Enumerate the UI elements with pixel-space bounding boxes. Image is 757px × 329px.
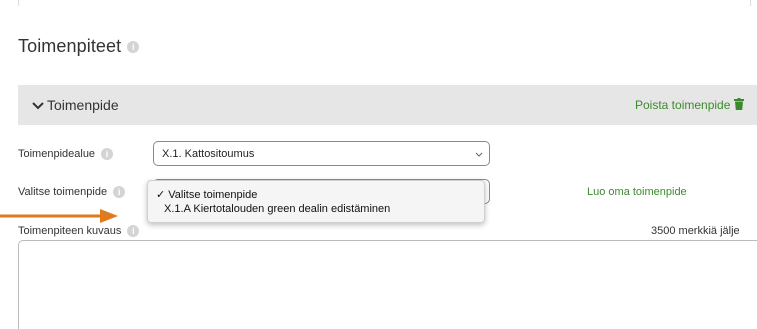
section-title: Toimenpiteet i [18,36,140,57]
chevron-down-icon[interactable] [31,98,45,112]
section-title-text: Toimenpiteet [18,36,122,56]
measure-dropdown-list[interactable]: ✓ Valitse toimenpide X.1.A Kiertotaloude… [147,180,485,223]
area-label-text: Toimenpidealue [18,148,96,160]
trash-icon[interactable] [734,98,744,110]
character-counter: 3500 merkkiä jälje [651,225,740,237]
accordion-title: Toimenpide [47,97,119,113]
measure-label: Valitse toimenpide i [18,186,126,198]
dropdown-option-green-deal[interactable]: X.1.A Kiertotalouden green dealin edistä… [164,203,390,215]
area-label: Toimenpidealue i [18,148,114,160]
info-icon[interactable]: i [127,225,140,237]
description-label: Toimenpiteen kuvaus i [18,225,140,237]
arrow-annotation-icon [0,209,118,223]
remove-measure-link[interactable]: Poista toimenpide [635,98,730,112]
dropdown-option-placeholder[interactable]: ✓ Valitse toimenpide [156,188,257,201]
measure-label-text: Valitse toimenpide [18,186,108,198]
description-textarea[interactable] [18,240,757,329]
create-own-measure-link[interactable]: Luo oma toimenpide [587,186,687,198]
info-icon[interactable]: i [113,186,126,198]
area-select-value: X.1. Kattositoumus [162,148,255,160]
info-icon[interactable]: i [127,41,140,53]
info-icon[interactable]: i [101,148,114,160]
description-label-text: Toimenpiteen kuvaus [18,225,122,237]
area-select[interactable]: X.1. Kattositoumus [153,141,490,166]
measure-accordion-header[interactable]: Toimenpide Poista toimenpide [18,85,757,125]
top-border-tick [750,0,751,6]
top-border [18,0,757,6]
chevron-down-icon [475,152,483,157]
